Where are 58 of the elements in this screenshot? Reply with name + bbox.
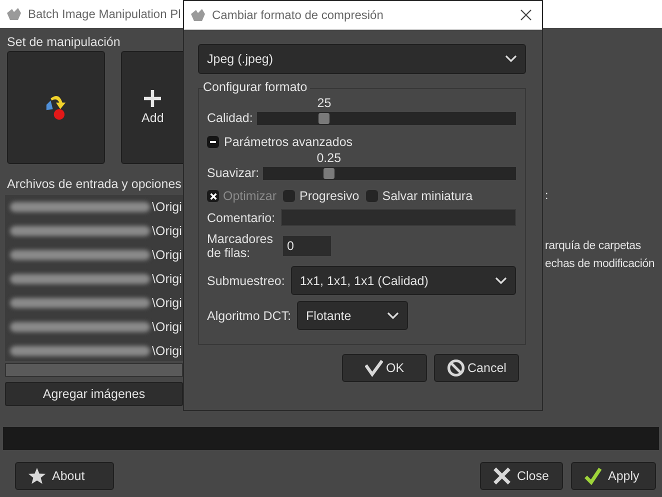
collapse-toggle[interactable] — [207, 136, 219, 148]
apply-button[interactable]: Apply — [571, 462, 656, 490]
file-path[interactable]: \Origi — [152, 344, 182, 358]
option-label: : — [545, 190, 549, 202]
close-button[interactable]: Close — [480, 462, 563, 490]
plus-icon — [144, 90, 162, 107]
checkmark-icon — [584, 467, 602, 485]
close-icon — [493, 467, 511, 485]
about-button[interactable]: About — [15, 462, 114, 490]
cancel-button[interactable]: Cancel — [434, 354, 519, 382]
window-title: Batch Image Manipulation Pl — [28, 7, 181, 21]
file-path[interactable]: \Origi — [152, 224, 182, 238]
slider-label: Calidad: — [207, 111, 253, 125]
dct-dropdown[interactable]: Flotante — [297, 301, 408, 330]
comment-field[interactable] — [281, 209, 516, 226]
file-path[interactable]: \Origi — [152, 248, 182, 262]
field-label: Comentario: — [207, 210, 276, 224]
file-path[interactable]: \Origi — [152, 200, 182, 214]
checkbox[interactable] — [366, 190, 378, 202]
slider-value: 25 — [317, 96, 332, 110]
checkbox-label: Optimizar — [223, 189, 276, 203]
section-title: Archivos de entrada y opciones — [7, 177, 182, 191]
manipulation-tile[interactable] — [7, 51, 106, 164]
chevron-icon — [505, 55, 517, 63]
scroll-bar[interactable] — [5, 363, 183, 377]
file-path[interactable]: \Origi — [152, 320, 182, 334]
chevron-icon — [387, 312, 400, 320]
dialog-title: Cambiar formato de compresión — [212, 8, 384, 22]
file-path[interactable]: \Origi — [152, 296, 182, 310]
option-label: rarquía de carpetas — [545, 240, 642, 252]
group-title: Configurar formato — [203, 80, 310, 94]
app-icon — [6, 7, 22, 21]
checkbox-label: Progresivo — [299, 189, 360, 203]
slider-thumb[interactable] — [318, 113, 330, 124]
checkbox[interactable] — [283, 190, 296, 202]
chevron-icon — [495, 276, 507, 284]
add-images-button[interactable]: Agregar imágenes — [5, 382, 183, 406]
number-spinner[interactable]: 0 — [283, 236, 331, 256]
add-button[interactable]: Add — [121, 51, 183, 164]
slider-thumb[interactable] — [323, 168, 334, 179]
checkmark-icon — [364, 359, 383, 377]
field-label: Algoritmo DCT: — [207, 308, 292, 322]
slider-value: 0.25 — [316, 151, 342, 165]
section-title: Set de manipulación — [7, 35, 122, 49]
format-dropdown[interactable]: Jpeg (.jpeg) — [198, 44, 526, 74]
section-label: Parámetros avanzados — [224, 135, 353, 149]
field-label: Marcadores de filas: — [207, 232, 274, 260]
option-label: echas de modificación — [545, 258, 656, 270]
prohibited-icon — [446, 359, 465, 377]
ok-button[interactable]: OK — [342, 354, 427, 382]
close-icon[interactable] — [520, 9, 532, 21]
slider-label: Suavizar: — [207, 166, 260, 180]
star-icon — [28, 467, 46, 485]
subsampling-dropdown[interactable]: 1x1, 1x1, 1x1 (Calidad) — [290, 266, 516, 295]
field-label: Submuestreo: — [207, 274, 285, 288]
app-icon — [190, 8, 206, 22]
checkbox-label: Salvar miniatura — [382, 189, 473, 203]
file-path[interactable]: \Origi — [152, 272, 182, 286]
